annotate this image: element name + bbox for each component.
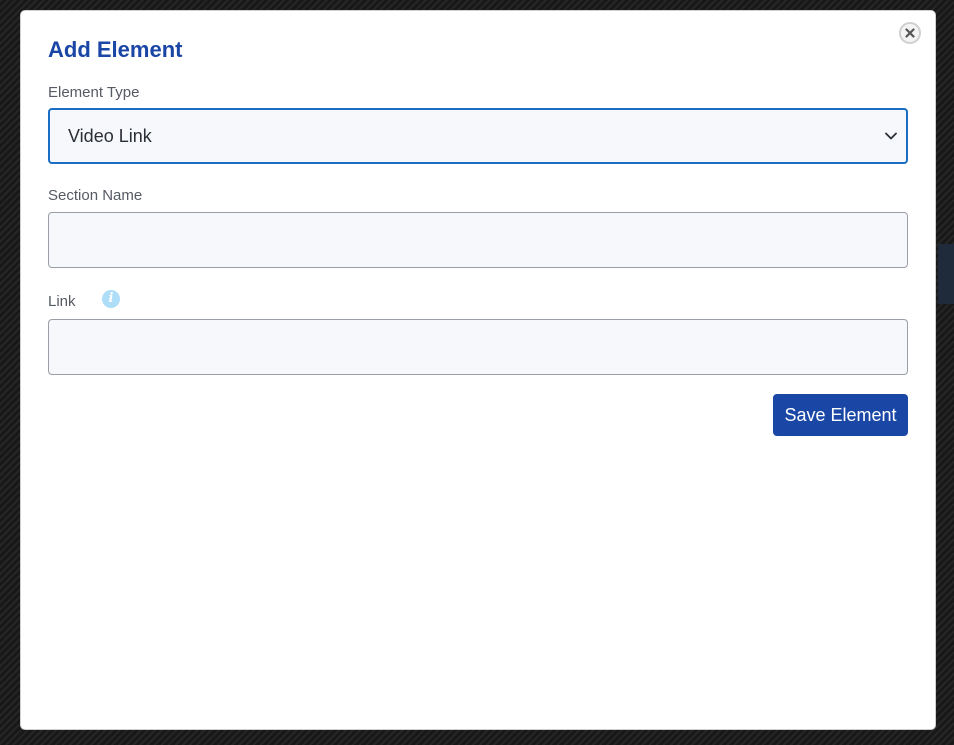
chevron-down-icon [885, 132, 897, 140]
section-name-input[interactable] [48, 212, 908, 268]
section-name-label: Section Name [48, 187, 143, 204]
backdrop-panel [938, 244, 954, 304]
link-label: Link [48, 293, 76, 310]
close-icon [905, 28, 915, 38]
add-element-modal: Add Element Element Type Video Link Sect… [21, 11, 935, 729]
modal-title: Add Element [48, 37, 183, 62]
info-icon[interactable]: i [102, 290, 120, 308]
close-button[interactable] [899, 22, 921, 44]
element-type-select[interactable]: Video Link [48, 108, 908, 164]
save-element-button[interactable]: Save Element [773, 394, 908, 436]
link-input[interactable] [48, 319, 908, 375]
element-type-label: Element Type [48, 84, 140, 101]
element-type-value: Video Link [68, 125, 152, 146]
